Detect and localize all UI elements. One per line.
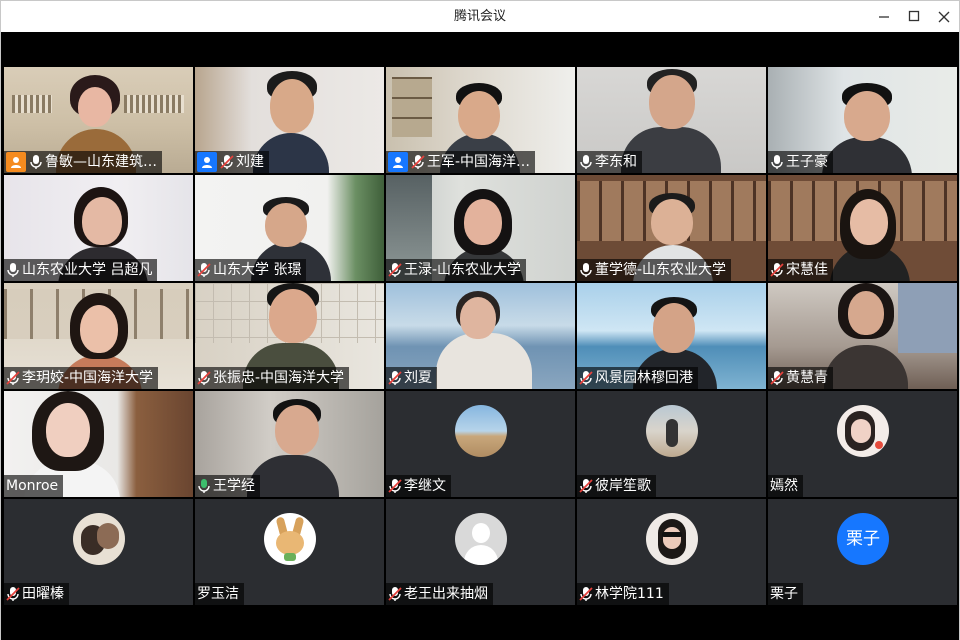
participant-avatar: 栗子 <box>837 513 889 565</box>
microphone-icon <box>580 155 592 169</box>
participant-tile[interactable]: 黄慧青 <box>768 283 957 389</box>
participant-name: 山东农业大学 吕超凡 <box>22 262 153 278</box>
muted-microphone-icon <box>770 371 784 385</box>
participant-avatar <box>646 513 698 565</box>
muted-microphone-icon <box>197 263 211 277</box>
participant-tile[interactable]: 王渌-山东农业大学 <box>386 175 575 281</box>
participant-name: 黄慧青 <box>786 370 828 386</box>
muted-microphone-icon <box>770 263 784 277</box>
muted-microphone-icon <box>579 371 593 385</box>
minimize-button[interactable] <box>869 1 899 32</box>
host-icon <box>388 152 408 172</box>
participant-name: 李玥姣-中国海洋大学 <box>22 370 154 386</box>
maximize-icon <box>908 10 920 22</box>
participant-name: 王学经 <box>213 478 255 494</box>
participant-avatar <box>646 405 698 457</box>
host-icon <box>6 152 26 172</box>
participant-name: 林学院111 <box>595 586 664 602</box>
participant-avatar <box>73 513 125 565</box>
participant-tile[interactable]: 鲁敏—山东建筑… <box>4 67 193 173</box>
video-grid: 鲁敏—山东建筑… 刘建 王军-中国海洋… 李东和 王子豪 山东农业大学 吕超凡 … <box>4 67 959 606</box>
participant-name: 宋慧佳 <box>786 262 828 278</box>
participant-name: 嫣然 <box>770 478 798 494</box>
participant-avatar <box>455 405 507 457</box>
muted-microphone-icon <box>6 371 20 385</box>
participant-name: 王军-中国海洋… <box>427 154 531 170</box>
participant-tile[interactable]: 彼岸笙歌 <box>577 391 766 497</box>
participant-tile[interactable]: 风景园林穆回港 <box>577 283 766 389</box>
maximize-button[interactable] <box>899 1 929 32</box>
participant-name: 王渌-山东农业大学 <box>404 262 522 278</box>
participant-tile[interactable]: 宋慧佳 <box>768 175 957 281</box>
participant-name: 罗玉洁 <box>197 586 239 602</box>
participant-name: 张振忠-中国海洋大学 <box>213 370 345 386</box>
host-icon <box>197 152 217 172</box>
microphone-icon <box>30 155 42 169</box>
participant-tile[interactable]: 刘建 <box>195 67 384 173</box>
participant-tile[interactable]: 老王出来抽烟 <box>386 499 575 605</box>
participant-tile[interactable]: 刘夏 <box>386 283 575 389</box>
muted-microphone-icon <box>6 587 20 601</box>
microphone-active-icon <box>198 479 210 493</box>
muted-microphone-icon <box>388 371 402 385</box>
microphone-icon <box>771 155 783 169</box>
participant-tile[interactable]: Monroe <box>4 391 193 497</box>
muted-microphone-icon <box>388 587 402 601</box>
participant-name: 李东和 <box>595 154 637 170</box>
participant-tile[interactable]: 王子豪 <box>768 67 957 173</box>
participant-tile[interactable]: 嫣然 <box>768 391 957 497</box>
meeting-window: 腾讯会议 鲁敏—山东建筑… 刘建 王军-中国海洋… 李东和 王子豪 山东农业大学… <box>0 0 960 640</box>
participant-name: 山东大学 张璟 <box>213 262 302 278</box>
close-button[interactable] <box>929 1 959 32</box>
participant-tile[interactable]: 山东大学 张璟 <box>195 175 384 281</box>
top-toolbar <box>1 32 959 66</box>
participant-avatar <box>264 513 316 565</box>
participant-name: 老王出来抽烟 <box>404 586 488 602</box>
participant-tile[interactable]: 董学德-山东农业大学 <box>577 175 766 281</box>
participant-tile[interactable]: 田曜榛 <box>4 499 193 605</box>
window-title: 腾讯会议 <box>453 9 506 24</box>
close-icon <box>938 11 950 23</box>
microphone-icon <box>580 263 592 277</box>
participant-avatar <box>837 405 889 457</box>
participant-name: 风景园林穆回港 <box>595 370 693 386</box>
participant-name: Monroe <box>6 478 59 494</box>
muted-microphone-icon <box>388 479 402 493</box>
bottom-toolbar <box>1 606 959 640</box>
participant-tile[interactable]: 王学经 <box>195 391 384 497</box>
muted-microphone-icon <box>220 155 234 169</box>
participant-tile[interactable]: 罗玉洁 <box>195 499 384 605</box>
participant-tile[interactable]: 栗子 栗子 <box>768 499 957 605</box>
participant-name: 刘夏 <box>404 370 432 386</box>
muted-microphone-icon <box>411 155 425 169</box>
participant-name: 李继文 <box>404 478 446 494</box>
participant-name: 刘建 <box>236 154 264 170</box>
default-avatar-icon <box>455 513 507 565</box>
microphone-icon <box>7 263 19 277</box>
participant-name: 栗子 <box>770 586 798 602</box>
participant-tile[interactable]: 李继文 <box>386 391 575 497</box>
muted-microphone-icon <box>388 263 402 277</box>
participant-name: 王子豪 <box>786 154 828 170</box>
participant-tile[interactable]: 张振忠-中国海洋大学 <box>195 283 384 389</box>
participant-tile[interactable]: 王军-中国海洋… <box>386 67 575 173</box>
participant-tile[interactable]: 李东和 <box>577 67 766 173</box>
muted-microphone-icon <box>579 587 593 601</box>
muted-microphone-icon <box>579 479 593 493</box>
participant-name: 田曜榛 <box>22 586 64 602</box>
participant-name: 彼岸笙歌 <box>595 478 651 494</box>
title-bar: 腾讯会议 <box>1 1 959 32</box>
muted-microphone-icon <box>197 371 211 385</box>
participant-name: 董学德-山东农业大学 <box>595 262 727 278</box>
participant-name: 鲁敏—山东建筑… <box>45 154 157 170</box>
minimize-icon <box>879 16 889 18</box>
participant-tile[interactable]: 山东农业大学 吕超凡 <box>4 175 193 281</box>
participant-tile[interactable]: 林学院111 <box>577 499 766 605</box>
participant-tile[interactable]: 李玥姣-中国海洋大学 <box>4 283 193 389</box>
